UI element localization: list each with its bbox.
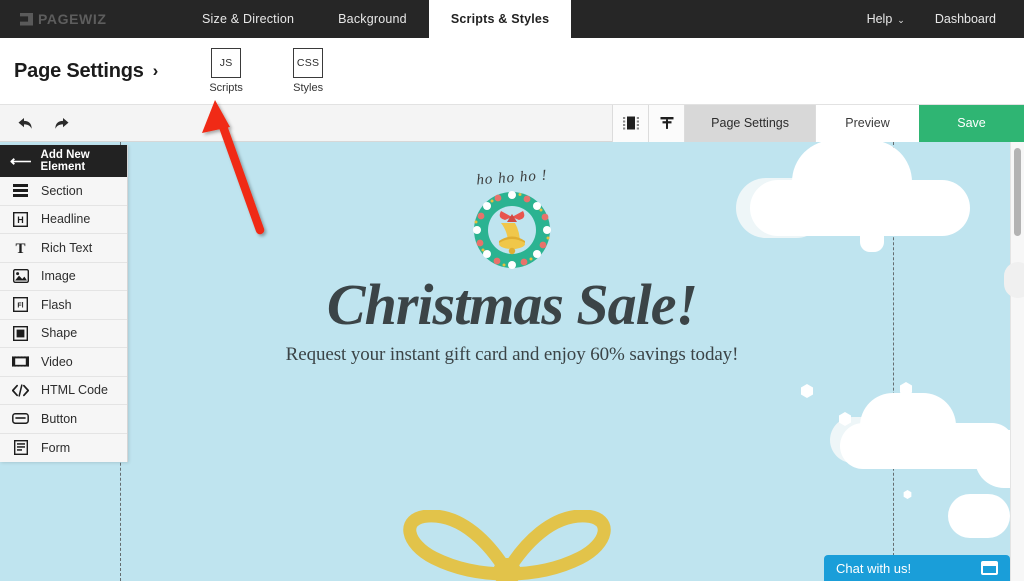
pagewiz-editor: PAGEWIZ Size & Direction Background Scri… xyxy=(0,0,1024,581)
logo-text: PAGEWIZ xyxy=(38,11,107,27)
image-icon xyxy=(12,268,29,285)
scripts-label: Scripts xyxy=(209,82,243,94)
styles-tool-button[interactable]: CSS Styles xyxy=(282,48,334,94)
form-icon xyxy=(12,439,29,456)
redo-arrow-icon[interactable] xyxy=(48,110,74,136)
chat-window-icon[interactable] xyxy=(981,561,998,575)
sidebar-item-button[interactable]: Button xyxy=(0,405,127,434)
tab-background[interactable]: Background xyxy=(316,0,429,38)
snowflake-icon xyxy=(903,490,912,499)
shape-icon xyxy=(12,325,29,342)
page-settings-button[interactable]: Page Settings xyxy=(684,104,815,142)
gift-bow-icon xyxy=(362,509,652,581)
sidebar-item-form[interactable]: Form xyxy=(0,433,127,462)
sidebar-item-label: Image xyxy=(41,269,76,284)
sidebar-item-label: Headline xyxy=(41,212,91,227)
canvas-scrollbar-thumb[interactable] xyxy=(1014,148,1021,236)
align-top-icon[interactable] xyxy=(648,104,685,142)
tab-size-and-direction[interactable]: Size & Direction xyxy=(180,0,316,38)
js-icon: JS xyxy=(211,48,242,78)
sidebar-header-label: Add New Element xyxy=(40,149,90,173)
save-button[interactable]: Save xyxy=(919,104,1024,142)
page-title-text: Page Settings xyxy=(14,59,144,82)
sidebar-item-section[interactable]: Section xyxy=(0,177,127,206)
toolbar-right-group: Page Settings Preview Save xyxy=(612,104,1024,142)
chevron-down-icon: ⌄ xyxy=(897,14,905,25)
page-settings-bar: Page Settings › JS Scripts CSS Styles xyxy=(0,38,1024,105)
scripts-tool-button[interactable]: JS Scripts xyxy=(200,48,252,94)
sidebar-item-label: Video xyxy=(41,354,73,369)
tab-scripts-and-styles[interactable]: Scripts & Styles xyxy=(428,0,572,38)
scrollbar-knob[interactable] xyxy=(1004,262,1024,298)
button-icon xyxy=(12,410,29,427)
sidebar-item-label: HTML Code xyxy=(41,383,108,398)
editor-toolbar: Page Settings Preview Save xyxy=(0,104,1024,142)
add-element-sidebar: ⟵ Add New Element Section H Headline T R… xyxy=(0,145,128,462)
page-canvas[interactable]: ho ho ho ! Christmas Sale! Request your … xyxy=(0,142,1024,581)
video-icon xyxy=(12,353,29,370)
top-navigation-bar: PAGEWIZ Size & Direction Background Scri… xyxy=(0,0,1024,38)
sidebar-item-rich-text[interactable]: T Rich Text xyxy=(0,234,127,263)
sidebar-item-headline[interactable]: H Headline xyxy=(0,205,127,234)
sidebar-item-video[interactable]: Video xyxy=(0,348,127,377)
sidebar-item-image[interactable]: Image xyxy=(0,262,127,291)
help-menu[interactable]: Help ⌄ xyxy=(867,12,905,26)
sidebar-item-label: Form xyxy=(41,440,71,455)
arrow-left-icon[interactable]: ⟵ xyxy=(10,154,32,169)
svg-text:H: H xyxy=(17,215,24,225)
headline-icon: H xyxy=(12,211,29,228)
nav-tabs: Size & Direction Background Scripts & St… xyxy=(180,0,572,38)
sidebar-item-label: Flash xyxy=(41,297,72,312)
pagewiz-logo-icon xyxy=(20,13,33,26)
css-icon: CSS xyxy=(293,48,324,78)
nav-right-links: Help ⌄ Dashboard xyxy=(867,0,1024,38)
flash-icon: Fl xyxy=(12,296,29,313)
toolbar-left-group xyxy=(0,110,74,136)
sidebar-item-label: Section xyxy=(41,183,83,198)
chat-widget[interactable]: Chat with us! xyxy=(824,555,1010,581)
page-title: Page Settings › xyxy=(0,60,158,83)
chat-label: Chat with us! xyxy=(836,560,912,576)
sidebar-item-shape[interactable]: Shape xyxy=(0,319,127,348)
undo-arrow-icon[interactable] xyxy=(12,110,38,136)
section-layout-icon[interactable] xyxy=(612,104,649,142)
section-icon xyxy=(12,182,29,199)
gift-box-icon: Get a gift card in your mailbox xyxy=(327,509,685,581)
headline-text: Christmas Sale! xyxy=(326,272,698,337)
sidebar-item-label: Shape xyxy=(41,326,78,341)
styles-label: Styles xyxy=(293,82,324,94)
sidebar-item-label: Rich Text xyxy=(41,240,93,255)
svg-text:T: T xyxy=(15,241,25,255)
help-label: Help xyxy=(866,12,893,26)
pagewiz-logo[interactable]: PAGEWIZ xyxy=(0,0,180,38)
snowflake-icon xyxy=(800,384,814,398)
dashboard-link[interactable]: Dashboard xyxy=(935,12,996,26)
hero-block: ho ho ho ! Christmas Sale! Request your … xyxy=(0,142,1024,366)
preview-button[interactable]: Preview xyxy=(815,104,919,142)
chevron-right-icon[interactable]: › xyxy=(153,61,159,81)
svg-text:Fl: Fl xyxy=(17,303,23,310)
sidebar-item-flash[interactable]: Fl Flash xyxy=(0,291,127,320)
html-code-icon xyxy=(12,382,29,399)
christmas-wreath-icon xyxy=(471,189,553,271)
subheadline-text: Request your instant gift card and enjoy… xyxy=(285,343,739,365)
sidebar-header-add-new-element[interactable]: ⟵ Add New Element xyxy=(0,145,127,177)
sidebar-item-label: Button xyxy=(41,411,78,426)
page-settings-tools: JS Scripts CSS Styles xyxy=(200,48,334,94)
rich-text-icon: T xyxy=(12,239,29,256)
sidebar-item-html-code[interactable]: HTML Code xyxy=(0,376,127,405)
